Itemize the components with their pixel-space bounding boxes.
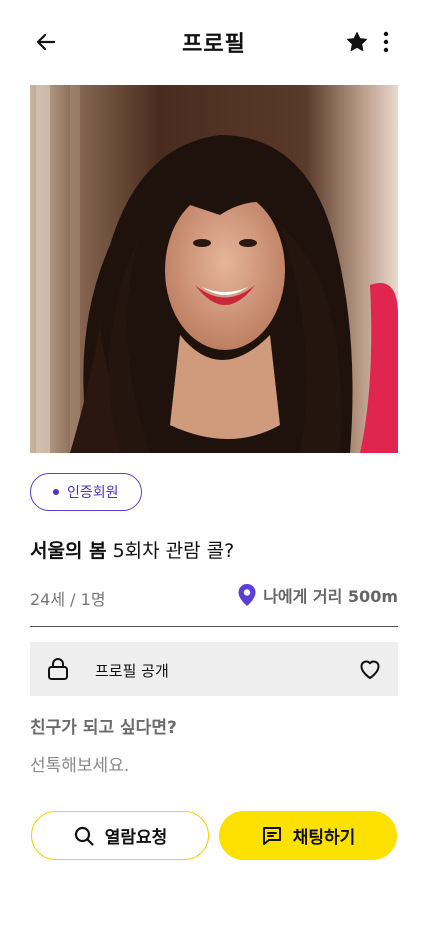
divider xyxy=(30,626,398,627)
like-button[interactable] xyxy=(358,657,382,681)
view-request-label: 열람요청 xyxy=(104,828,168,848)
profile-visibility-label: 프로필 공개 xyxy=(95,662,169,680)
more-options-button[interactable] xyxy=(377,30,395,54)
profile-visibility-bar: 프로필 공개 xyxy=(30,642,398,696)
heart-icon xyxy=(360,660,380,679)
distance-label: 나에게 거리 500m xyxy=(263,587,398,606)
view-request-button[interactable]: 열람요청 xyxy=(31,811,209,860)
profile-headline: 서울의 봄 5회차 관람 콜? xyxy=(30,536,234,563)
app-header: 프로필 xyxy=(0,0,428,84)
star-icon xyxy=(347,32,367,52)
friend-prompt-question: 친구가 되고 싶다면? xyxy=(30,718,177,738)
lock-icon xyxy=(48,658,68,680)
search-icon xyxy=(74,826,94,846)
chat-button[interactable]: 채팅하기 xyxy=(219,811,397,860)
verified-member-badge: 인증회원 xyxy=(30,473,142,511)
more-vertical-icon xyxy=(383,31,389,53)
location-pin-icon xyxy=(238,584,256,606)
profile-photo xyxy=(30,85,398,453)
headline-bold: 서울의 봄 xyxy=(30,540,107,562)
friend-prompt-answer: 선톡해보세요. xyxy=(30,756,130,776)
distance-info: 나에게 거리 500m xyxy=(237,583,398,607)
badge-dot-icon xyxy=(53,489,59,495)
favorite-button[interactable] xyxy=(345,30,369,54)
age-people: 24세 / 1명 xyxy=(30,590,106,609)
portrait-image xyxy=(30,85,398,453)
chat-bubble-icon xyxy=(262,826,281,845)
headline-rest: 5회차 관람 콜? xyxy=(106,540,235,562)
chat-label: 채팅하기 xyxy=(292,828,356,848)
badge-label: 인증회원 xyxy=(67,485,119,501)
